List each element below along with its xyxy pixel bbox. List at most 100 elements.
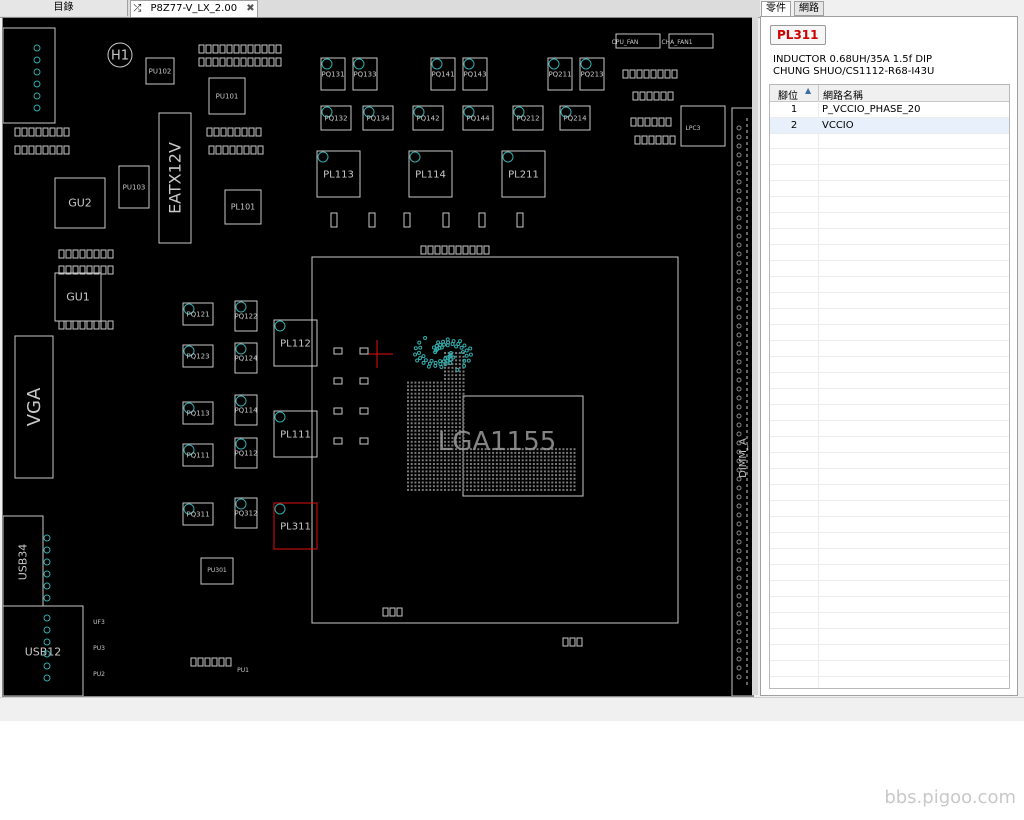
socket-pad bbox=[569, 485, 572, 488]
smd-component bbox=[204, 657, 211, 667]
smd-component bbox=[205, 44, 212, 54]
socket-pad bbox=[447, 414, 450, 417]
socket-pad bbox=[547, 466, 550, 469]
socket-pad bbox=[425, 385, 428, 388]
mosfet-pq124-label: PQ124 bbox=[234, 354, 258, 362]
socket-pad bbox=[447, 466, 450, 469]
socket-pad bbox=[558, 474, 561, 477]
socket-pad bbox=[473, 488, 476, 491]
socket-pad bbox=[536, 481, 539, 484]
socket-pad bbox=[414, 385, 417, 388]
socket-pad bbox=[421, 455, 424, 458]
smd-component bbox=[79, 320, 86, 330]
dimm-pin bbox=[736, 575, 742, 581]
socket-pad bbox=[540, 474, 543, 477]
selected-part-button[interactable]: PL311 bbox=[770, 25, 826, 45]
tab-parts[interactable]: 零件 bbox=[761, 1, 791, 16]
socket-pad bbox=[488, 466, 491, 469]
dimm-pin bbox=[736, 413, 742, 419]
socket-pad bbox=[421, 463, 424, 465]
socket-pad bbox=[429, 466, 432, 469]
socket-pad bbox=[421, 474, 424, 477]
socket-pad bbox=[506, 466, 509, 469]
connector-hole bbox=[43, 662, 51, 670]
dimm-pin bbox=[736, 152, 742, 158]
table-row[interactable]: 2 VCCIO bbox=[770, 118, 1009, 134]
socket-pad bbox=[488, 481, 491, 484]
socket-pad bbox=[558, 448, 561, 451]
socket-pad bbox=[506, 463, 509, 465]
board-scrollbar[interactable] bbox=[752, 17, 758, 695]
socket-pad bbox=[444, 411, 446, 414]
tab-nets[interactable]: 網路 bbox=[794, 1, 824, 16]
socket-pad bbox=[462, 477, 465, 480]
socket-pad bbox=[421, 400, 424, 403]
socket-pad bbox=[410, 392, 413, 395]
socket-pad bbox=[418, 448, 421, 451]
tab-table-of-contents[interactable]: 目錄 bbox=[0, 0, 128, 16]
socket-pad bbox=[444, 485, 446, 488]
socket-pad bbox=[569, 459, 572, 462]
sort-ascending-icon[interactable]: ▲ bbox=[805, 86, 811, 95]
smd-component bbox=[254, 57, 261, 67]
socket-pad bbox=[407, 381, 409, 384]
socket-pad bbox=[414, 444, 417, 447]
socket-pad bbox=[521, 463, 524, 465]
socket-pad bbox=[506, 474, 509, 477]
col-header-net[interactable]: 網路名稱 bbox=[823, 87, 863, 102]
socket-pad bbox=[447, 407, 450, 410]
socket-pad bbox=[462, 385, 465, 388]
close-icon[interactable]: ✖ bbox=[246, 3, 254, 14]
socket-pad bbox=[506, 459, 509, 462]
via bbox=[417, 340, 422, 345]
socket-pad bbox=[432, 463, 435, 465]
pcb-board-view[interactable]: PQ131 PQ133 PQ141 PQ143 PQ211 PQ213 PQ132 PQ134… bbox=[2, 17, 754, 697]
mosfet-pq143-label: PQ143 bbox=[463, 70, 486, 78]
socket-pad bbox=[447, 374, 450, 377]
socket-pad bbox=[569, 451, 572, 454]
pcb-canvas[interactable]: PQ131 PQ133 PQ141 PQ143 PQ211 PQ213 PQ132 PQ134… bbox=[3, 18, 753, 696]
smd-component bbox=[665, 117, 672, 127]
socket-pad bbox=[499, 481, 502, 484]
socket-pad bbox=[455, 466, 458, 469]
inductor-pl114-pad bbox=[409, 151, 421, 163]
tab-board-document[interactable]: ⤮ P8Z77-V_LX_2.00 ✖ bbox=[130, 0, 258, 17]
dimm-pin bbox=[736, 242, 742, 248]
col-header-pin[interactable]: 腳位 bbox=[778, 87, 798, 102]
smd-component bbox=[576, 637, 583, 647]
socket-pad bbox=[432, 444, 435, 447]
socket-pad bbox=[466, 459, 469, 462]
socket-pad bbox=[410, 426, 413, 428]
dimm-pin bbox=[736, 638, 742, 644]
socket-pad bbox=[414, 429, 417, 432]
table-row[interactable]: 1 P_VCCIO_PHASE_20 bbox=[770, 102, 1009, 118]
socket-pad bbox=[484, 485, 487, 488]
socket-pad bbox=[573, 448, 576, 451]
socket-pad bbox=[488, 463, 491, 465]
connector-hole bbox=[43, 582, 51, 590]
socket-pad bbox=[418, 451, 421, 454]
socket-pad bbox=[566, 488, 569, 491]
socket-pad bbox=[421, 429, 424, 432]
socket-pad bbox=[407, 414, 409, 417]
socket-pad bbox=[573, 488, 576, 491]
socket-pad bbox=[414, 381, 417, 384]
socket-pad bbox=[566, 463, 569, 465]
smd-component bbox=[212, 44, 219, 54]
socket-pad bbox=[451, 422, 454, 425]
socket-pad bbox=[458, 488, 461, 491]
via bbox=[448, 357, 453, 362]
socket-pad bbox=[477, 485, 480, 488]
socket-pad bbox=[503, 477, 506, 480]
socket-pad bbox=[458, 459, 461, 462]
socket-pad bbox=[562, 451, 565, 454]
dimm-slot-outline bbox=[731, 107, 753, 696]
socket-pad bbox=[407, 418, 409, 421]
socket-pad bbox=[518, 470, 520, 473]
socket-pad bbox=[421, 466, 424, 469]
socket-pad bbox=[432, 433, 435, 436]
socket-pad bbox=[407, 466, 409, 469]
socket-pad bbox=[495, 463, 498, 465]
dimm-pin bbox=[736, 485, 742, 491]
connector-hole bbox=[33, 44, 41, 52]
